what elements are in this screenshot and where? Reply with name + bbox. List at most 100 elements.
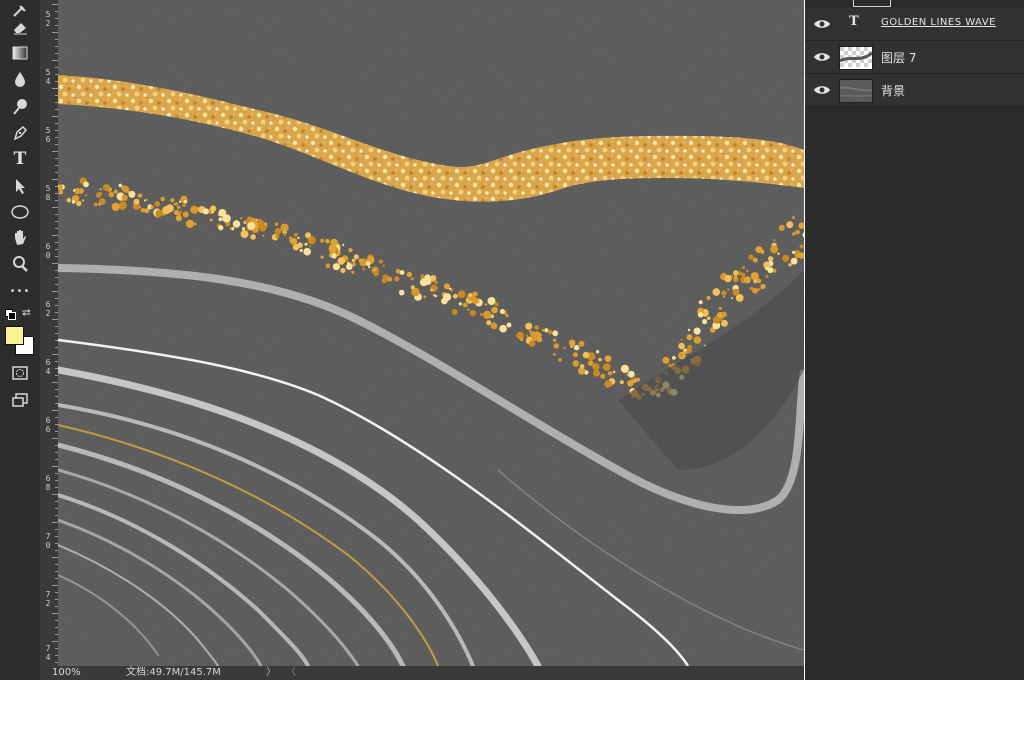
gradient-tool[interactable]	[6, 42, 34, 64]
zoom-icon	[13, 256, 28, 272]
gold-flake	[490, 322, 498, 330]
blur-tool[interactable]	[6, 68, 34, 90]
gold-flake	[444, 285, 448, 289]
gold-flake	[241, 227, 246, 231]
gold-flake	[528, 340, 536, 347]
gold-flake	[687, 328, 691, 332]
gold-flake	[630, 378, 635, 383]
pen-tool[interactable]	[6, 122, 34, 144]
dodge-tool[interactable]	[6, 96, 34, 118]
gold-flake	[84, 193, 88, 197]
layer-row-background[interactable]: 背景	[805, 74, 1024, 107]
gold-flake	[154, 201, 161, 207]
gold-flake	[773, 239, 776, 242]
gold-flake	[162, 206, 171, 215]
gold-flake	[698, 300, 703, 305]
gold-flake	[283, 232, 287, 236]
gold-flake	[76, 200, 79, 203]
gold-flake	[410, 285, 415, 290]
quick-mask-icon	[12, 366, 28, 380]
gold-flake	[733, 275, 738, 280]
gold-flake	[558, 358, 562, 362]
gold-flake	[799, 244, 804, 249]
document-canvas[interactable]	[58, 0, 804, 666]
zoom-level[interactable]: 100%	[52, 666, 81, 680]
gold-flake	[712, 288, 721, 296]
gold-flake	[362, 267, 365, 271]
layer-thumbnail	[839, 46, 873, 70]
status-scroll-arrow[interactable]: 〈	[286, 666, 296, 680]
eraser-tool[interactable]	[6, 16, 34, 38]
gold-flake	[732, 288, 740, 296]
layer-row-layer7[interactable]: 图层 7	[805, 41, 1024, 74]
eye-icon[interactable]	[813, 50, 831, 64]
gold-flake	[309, 245, 312, 248]
type-tool[interactable]: T	[6, 148, 34, 170]
gold-flake	[712, 316, 721, 324]
gold-flake	[443, 293, 452, 302]
gold-flake	[760, 283, 766, 290]
default-colors-icon[interactable]	[5, 309, 16, 320]
gold-flake	[483, 310, 492, 319]
gold-flake	[519, 337, 524, 342]
eye-icon[interactable]	[813, 83, 831, 97]
path-selection-tool[interactable]	[6, 175, 34, 197]
gold-flake	[365, 261, 371, 266]
layer-name[interactable]: 图层 7	[881, 49, 916, 66]
gold-flake	[399, 270, 405, 275]
gold-flake	[612, 370, 616, 374]
ruler-label: 6 4	[45, 358, 51, 376]
gold-flake	[185, 219, 195, 228]
gold-flake	[602, 363, 611, 371]
ruler-label: 5 6	[45, 126, 51, 144]
gold-flake	[337, 257, 346, 265]
gold-flake	[755, 246, 763, 254]
gold-flake	[604, 355, 612, 363]
more-tools-icon: •••	[9, 285, 31, 297]
eye-icon[interactable]	[813, 17, 831, 31]
gold-flake	[240, 217, 243, 220]
gold-flake	[398, 289, 405, 296]
gold-flake	[71, 200, 76, 204]
gold-flake	[93, 202, 98, 207]
layer-row-text[interactable]: T GOLDEN LINES WAVE	[805, 8, 1024, 41]
hand-tool[interactable]	[6, 227, 34, 249]
gold-flake	[218, 225, 224, 231]
gold-flake	[733, 270, 739, 276]
gold-flake	[325, 263, 331, 269]
gold-flake	[693, 327, 701, 335]
swap-colors-icon[interactable]: ⮂	[22, 306, 31, 320]
gold-flake	[724, 274, 732, 283]
status-menu-arrow[interactable]: 〉	[266, 666, 276, 680]
ellipse-tool[interactable]	[6, 201, 34, 223]
vertical-ruler[interactable]: 5 2 5 4 5 6 5 8 6 0 6 2 6 4 6 6 6 8 7 0 …	[40, 0, 59, 666]
ruler-label: 7 4	[45, 644, 51, 662]
gold-flake	[290, 237, 298, 245]
gold-flake	[718, 306, 722, 310]
gold-flake	[299, 248, 303, 253]
gold-flake	[598, 357, 602, 362]
gold-flake	[457, 290, 466, 298]
zoom-tool[interactable]	[6, 253, 34, 275]
gold-flake	[506, 322, 512, 328]
gold-flake	[553, 343, 560, 349]
more-tools-button[interactable]: •••	[6, 280, 34, 302]
gold-flake	[424, 277, 432, 285]
layer-name[interactable]: 背景	[881, 82, 905, 99]
gold-flake	[218, 217, 223, 222]
gold-flake	[173, 209, 180, 216]
layer-name[interactable]: GOLDEN LINES WAVE	[881, 17, 996, 28]
gold-flake	[491, 306, 498, 314]
gold-flake	[293, 232, 298, 237]
quick-mask-button[interactable]	[6, 362, 34, 384]
screen-mode-button[interactable]	[6, 389, 34, 411]
gold-flake	[592, 369, 601, 377]
gold-flake	[182, 203, 186, 208]
gold-flake	[178, 200, 182, 203]
gold-flake	[434, 280, 438, 284]
gold-flake	[635, 377, 641, 382]
tools-panel: T ••• ⮂	[0, 0, 40, 680]
gold-flake	[458, 302, 462, 306]
gold-flake	[487, 297, 496, 305]
foreground-color-swatch[interactable]	[5, 326, 24, 345]
